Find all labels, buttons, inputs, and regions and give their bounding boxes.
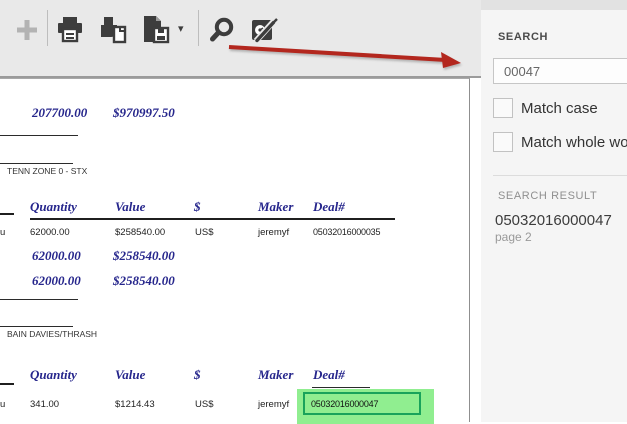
row-maker: jeremyf bbox=[258, 399, 289, 410]
print-button[interactable] bbox=[52, 12, 88, 48]
match-whole-words-option[interactable]: Match whole words bbox=[493, 132, 627, 152]
match-case-option[interactable]: Match case bbox=[493, 98, 598, 118]
match-case-checkbox[interactable] bbox=[493, 98, 513, 118]
toolbar-separator bbox=[47, 10, 48, 46]
match-case-label: Match case bbox=[521, 100, 598, 117]
report-page[interactable]: 207700.00 $970997.50 TENN ZONE 0 - STX Q… bbox=[0, 78, 470, 422]
report-rule bbox=[0, 135, 78, 136]
column-header-maker: Maker bbox=[258, 199, 293, 215]
subtotal-value: $258540.00 bbox=[113, 248, 175, 264]
search-result-item[interactable]: 05032016000047 page 2 bbox=[495, 212, 612, 244]
report-rule bbox=[0, 299, 78, 300]
group-label: TENN ZONE 0 - STX bbox=[7, 166, 87, 176]
edit-parameters-icon bbox=[248, 14, 280, 46]
column-header-deal: Deal# bbox=[313, 367, 345, 383]
row-clipped-text: u bbox=[0, 227, 5, 238]
group-label: BAIN DAVIES/THRASH bbox=[7, 329, 97, 339]
add-icon bbox=[14, 17, 40, 43]
report-rule bbox=[0, 163, 73, 164]
report-rule bbox=[0, 326, 73, 327]
search-icon bbox=[207, 15, 237, 45]
column-header-value: Value bbox=[115, 199, 145, 215]
row-currency: US$ bbox=[195, 399, 213, 410]
row-quantity: 341.00 bbox=[30, 399, 59, 410]
print-setup-icon bbox=[98, 14, 130, 46]
viewer-toolbar: ▾ bbox=[0, 0, 481, 78]
header-underline-stub bbox=[0, 213, 14, 215]
panel-divider bbox=[493, 175, 627, 176]
subtotal-quantity: 62000.00 bbox=[32, 248, 81, 264]
printer-icon bbox=[54, 14, 86, 46]
report-viewer-app: { "toolbar": { "add_label": "add", "prin… bbox=[0, 0, 627, 422]
column-header-quantity: Quantity bbox=[30, 199, 77, 215]
add-button[interactable] bbox=[9, 12, 45, 48]
panel-top-strip bbox=[481, 0, 627, 10]
export-icon bbox=[139, 14, 173, 46]
search-panel-title: SEARCH bbox=[498, 31, 548, 43]
search-panel: SEARCH Match case Match whole words SEAR… bbox=[481, 0, 627, 422]
highlighted-deal-number: 05032016000047 bbox=[311, 399, 378, 409]
search-button[interactable] bbox=[204, 12, 240, 48]
header-underline-stub bbox=[0, 383, 14, 385]
subtotal-value: $258540.00 bbox=[113, 273, 175, 289]
column-header-currency: $ bbox=[194, 367, 201, 383]
edit-parameters-button[interactable] bbox=[246, 12, 282, 48]
grand-total-quantity: 207700.00 bbox=[32, 105, 87, 121]
subtotal-quantity: 62000.00 bbox=[32, 273, 81, 289]
header-underline bbox=[30, 218, 395, 220]
row-currency: US$ bbox=[195, 227, 213, 238]
search-results-title: SEARCH RESULT bbox=[498, 190, 597, 202]
search-input[interactable] bbox=[493, 58, 627, 84]
print-setup-button[interactable] bbox=[96, 12, 132, 48]
deal-number-box: 05032016000047 bbox=[303, 392, 421, 415]
grand-total-value: $970997.50 bbox=[113, 105, 175, 121]
column-header-value: Value bbox=[115, 367, 145, 383]
row-quantity: 62000.00 bbox=[30, 227, 70, 238]
column-header-currency: $ bbox=[194, 199, 201, 215]
column-header-maker: Maker bbox=[258, 367, 293, 383]
row-clipped-text: u bbox=[0, 399, 5, 410]
row-maker: jeremyf bbox=[258, 227, 289, 238]
column-header-quantity: Quantity bbox=[30, 367, 77, 383]
deal-header-underline bbox=[312, 387, 370, 388]
match-whole-words-checkbox[interactable] bbox=[493, 132, 513, 152]
row-deal-number: 05032016000035 bbox=[313, 227, 380, 237]
column-header-deal: Deal# bbox=[313, 199, 345, 215]
row-value: $1214.43 bbox=[115, 399, 155, 410]
export-dropdown-caret[interactable]: ▾ bbox=[178, 22, 184, 35]
toolbar-separator bbox=[198, 10, 199, 46]
search-result-text: 05032016000047 bbox=[495, 212, 612, 229]
row-value: $258540.00 bbox=[115, 227, 165, 238]
search-result-page: page 2 bbox=[495, 230, 612, 244]
export-button[interactable] bbox=[138, 12, 174, 48]
match-whole-words-label: Match whole words bbox=[521, 134, 627, 151]
